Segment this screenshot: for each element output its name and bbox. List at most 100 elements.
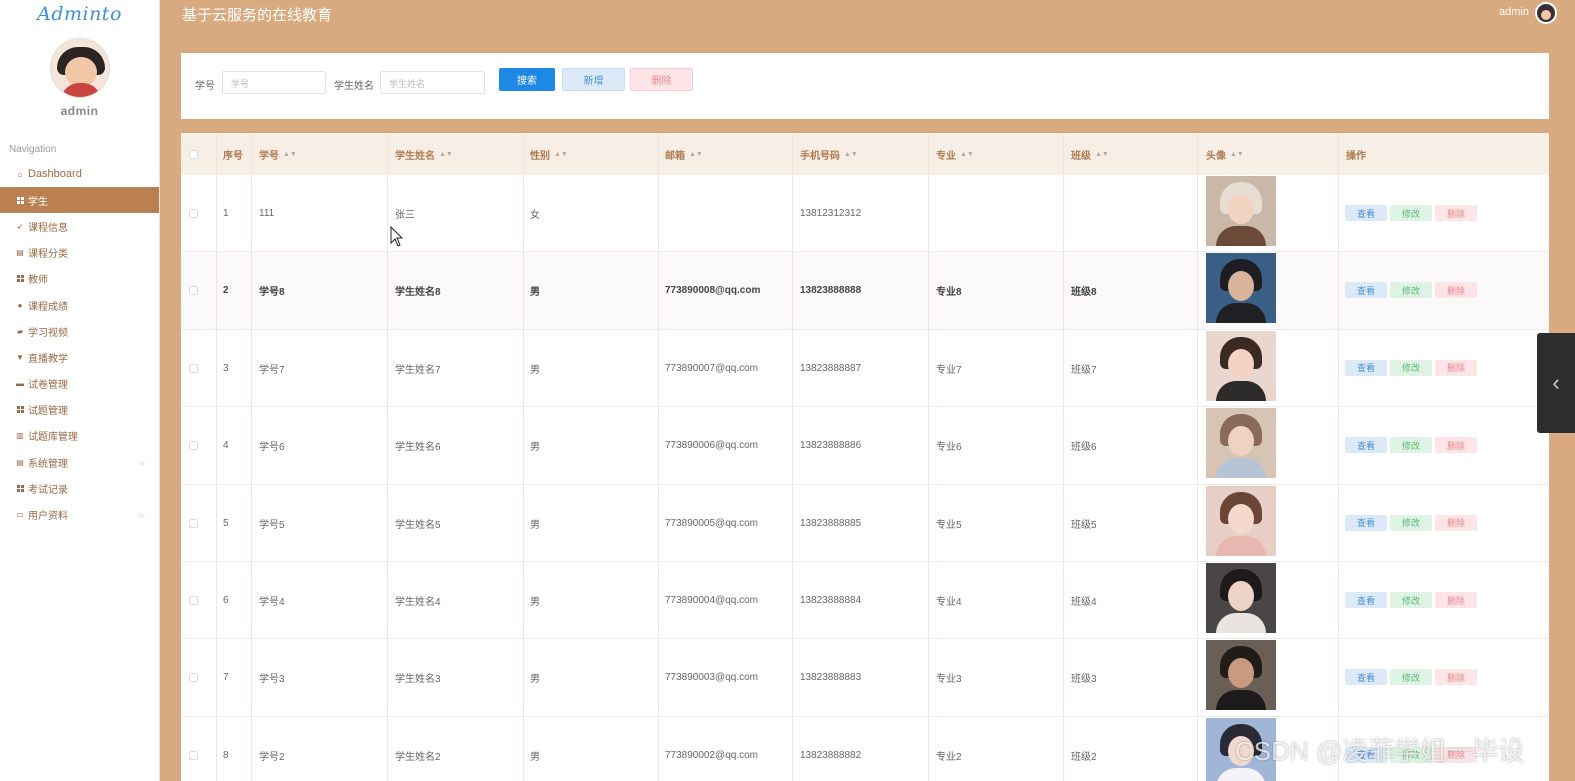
sidebar-item-label: 试题库管理 [28, 432, 78, 444]
view-button[interactable]: 查看 [1345, 359, 1387, 376]
sidebar-item[interactable]: ▬ 试卷管理 [0, 371, 159, 397]
cell-no: 1 [223, 208, 229, 219]
cell-name: 学生姓名7 [395, 364, 441, 376]
cell-name: 学生姓名2 [395, 751, 441, 763]
cell-student-id: 学号3 [259, 674, 285, 686]
cell-email: 773890006@qq.com [665, 440, 758, 452]
row-checkbox[interactable] [189, 562, 198, 639]
edit-button[interactable]: 修改 [1390, 514, 1432, 531]
sidebar-item[interactable]: ▥ 试题库管理 [0, 423, 159, 449]
sidebar-item-label: 考试记录 [28, 484, 68, 496]
student-id-input[interactable]: 学号 [222, 71, 326, 94]
sidebar-item[interactable]: 教师 [0, 266, 159, 292]
col-avatar[interactable]: 头像 ▲▼ [1206, 133, 1244, 175]
app-logo[interactable]: Adminto [0, 0, 159, 30]
edit-button[interactable]: 修改 [1390, 205, 1432, 221]
drawer-toggle-button[interactable]: ‹ [1537, 333, 1575, 433]
search-button[interactable]: 搜索 [499, 68, 555, 91]
sidebar-item[interactable]: ● 课程成绩 [0, 292, 159, 318]
edit-button[interactable]: 修改 [1390, 669, 1432, 686]
cell-gender: 男 [530, 287, 540, 299]
view-button[interactable]: 查看 [1345, 282, 1387, 299]
student-photo[interactable] [1206, 485, 1276, 556]
row-checkbox[interactable] [189, 717, 198, 781]
view-button[interactable]: 查看 [1345, 437, 1387, 454]
col-actions: 操作 [1346, 150, 1366, 162]
sidebar-item[interactable]: 试题管理 [0, 397, 159, 423]
sidebar-item[interactable]: 学生 [0, 187, 159, 214]
bar-chart-icon: ▥ [16, 431, 24, 441]
row-delete-button[interactable]: 删除 [1435, 669, 1477, 686]
student-photo[interactable] [1206, 176, 1276, 246]
view-button[interactable]: 查看 [1345, 669, 1387, 686]
cell-phone: 13823888884 [800, 595, 862, 606]
cell-gender: 男 [530, 519, 540, 531]
student-photo[interactable] [1206, 408, 1276, 479]
col-major[interactable]: 专业 ▲▼ [936, 133, 974, 175]
row-delete-button[interactable]: 删除 [1435, 282, 1477, 299]
student-photo[interactable] [1206, 330, 1276, 401]
sidebar-item[interactable]: ▼ 直播教学 [0, 344, 159, 370]
sidebar-item-label: 用户资料 [28, 511, 68, 523]
sidebar-item[interactable]: ➶ 课程信息 [0, 213, 159, 239]
row-delete-button[interactable]: 删除 [1435, 514, 1477, 531]
row-checkbox[interactable] [189, 252, 198, 329]
sidebar-item-label: 直播教学 [28, 353, 68, 365]
edit-button[interactable]: 修改 [1390, 437, 1432, 454]
cell-gender: 女 [530, 210, 540, 221]
sort-icon: ▲▼ [689, 150, 703, 158]
cell-name: 学生姓名4 [395, 597, 441, 608]
sidebar-item-label: Dashboard [28, 168, 82, 181]
sort-icon: ▲▼ [283, 150, 297, 158]
sidebar-item[interactable]: 考试记录 [0, 475, 159, 501]
student-name-input[interactable]: 学生姓名 [380, 71, 485, 94]
top-username[interactable]: admin [1499, 6, 1529, 18]
sidebar-item[interactable]: ▭ 用户资料 ⌵ [0, 501, 159, 527]
cell-student-id: 学号8 [259, 287, 285, 299]
row-delete-button[interactable]: 删除 [1435, 205, 1477, 221]
sidebar-item[interactable]: ▤ 系统管理 ⌵ [0, 449, 159, 475]
sidebar-item[interactable]: ▰ 学习视频 [0, 318, 159, 344]
cell-class: 班级3 [1071, 674, 1097, 686]
top-avatar[interactable] [1535, 2, 1557, 24]
edit-button[interactable]: 修改 [1390, 592, 1432, 608]
col-phone[interactable]: 手机号码 ▲▼ [800, 133, 858, 175]
cell-major: 专业2 [936, 751, 962, 763]
student-photo[interactable] [1206, 640, 1276, 711]
student-photo[interactable] [1206, 563, 1276, 633]
row-delete-button[interactable]: 删除 [1435, 359, 1477, 376]
row-checkbox[interactable] [189, 639, 198, 716]
cell-class: 班级4 [1071, 597, 1097, 608]
cell-no: 3 [223, 362, 229, 374]
select-all-checkbox[interactable] [189, 133, 198, 175]
cell-major: 专业8 [936, 287, 962, 299]
sidebar-item[interactable]: ⌂ Dashboard [0, 161, 159, 187]
row-delete-button[interactable]: 删除 [1435, 592, 1477, 608]
trophy-icon: ▼ [16, 352, 24, 362]
row-checkbox[interactable] [189, 175, 198, 252]
nav-list: ⌂ Dashboard 学生 ➶ 课程信息 ▤ 课程分类 教师 ● 课程成绩 ▰ 学习视频 ▼ 直播教学 ▬… [0, 161, 159, 528]
col-email[interactable]: 邮箱 ▲▼ [665, 133, 703, 175]
row-delete-button[interactable]: 删除 [1435, 437, 1477, 454]
row-checkbox[interactable] [189, 485, 198, 562]
cell-major: 专业3 [936, 674, 962, 686]
sidebar-item[interactable]: ▤ 课程分类 [0, 240, 159, 266]
edit-button[interactable]: 修改 [1390, 282, 1432, 299]
edit-button[interactable]: 修改 [1390, 359, 1432, 376]
row-checkbox[interactable] [189, 330, 198, 407]
view-button[interactable]: 查看 [1345, 205, 1387, 221]
student-photo[interactable] [1206, 253, 1276, 324]
user-avatar[interactable] [49, 38, 110, 98]
cell-major: 专业4 [936, 597, 962, 608]
col-name[interactable]: 学生姓名 ▲▼ [395, 133, 453, 175]
cell-phone: 13823888886 [800, 440, 862, 452]
col-student-id[interactable]: 学号 ▲▼ [259, 133, 297, 175]
sidebar-item-label: 试卷管理 [28, 380, 68, 392]
delete-button[interactable]: 删除 [630, 68, 693, 91]
col-gender[interactable]: 性别 ▲▼ [530, 133, 568, 175]
col-class[interactable]: 班级 ▲▼ [1071, 133, 1109, 175]
view-button[interactable]: 查看 [1345, 514, 1387, 531]
row-checkbox[interactable] [189, 407, 198, 484]
add-button[interactable]: 新增 [562, 68, 625, 91]
view-button[interactable]: 查看 [1345, 592, 1387, 608]
